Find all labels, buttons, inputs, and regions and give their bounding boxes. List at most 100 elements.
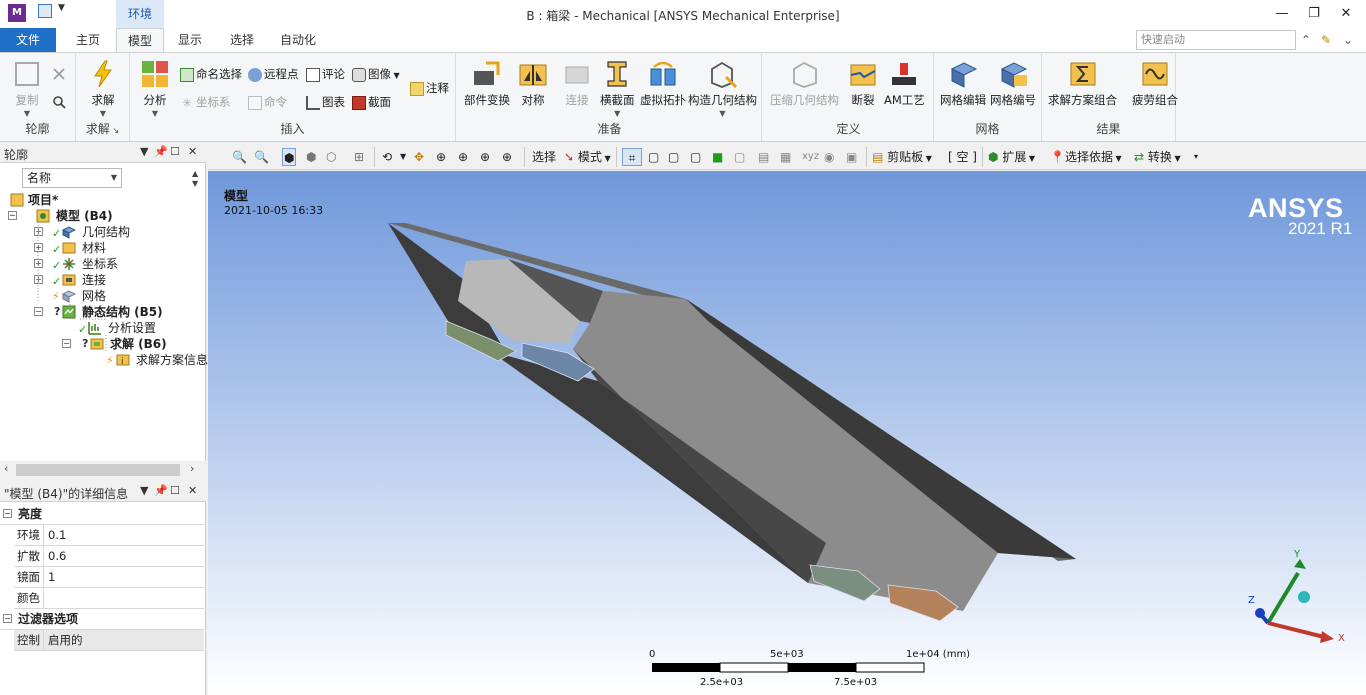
coordinate-system-button[interactable]: ✳ 坐标系 xyxy=(180,93,231,111)
details-row[interactable]: 镜面 1 xyxy=(14,567,204,588)
close-button[interactable]: ✕ xyxy=(1334,4,1358,24)
collapse-icon[interactable]: − xyxy=(3,614,12,623)
select-face-icon[interactable]: ▢ xyxy=(668,148,679,166)
scroll-up-icon[interactable]: ▲ xyxy=(192,169,198,178)
connection-button[interactable]: 连接 xyxy=(562,59,592,108)
select-by-dropdown[interactable]: 📍选择依据 ▼ xyxy=(1050,148,1122,166)
toolbar-overflow-icon[interactable]: ▾ xyxy=(1194,148,1198,166)
select-element-icon[interactable]: ■ xyxy=(712,148,723,166)
tab-display[interactable]: 显示 xyxy=(166,28,214,52)
copy-button[interactable]: 复制 ▼ xyxy=(12,59,42,118)
tab-file[interactable]: 文件 xyxy=(0,28,56,52)
panel-menu-icon[interactable]: ▼ xyxy=(140,145,148,158)
cross-section-button[interactable]: 横截面 ▼ xyxy=(600,59,635,118)
tab-home[interactable]: 主页 xyxy=(64,28,112,52)
pin-icon[interactable]: 📌 xyxy=(154,145,168,158)
help-icon[interactable]: ✎ xyxy=(1318,32,1334,48)
details-row[interactable]: 颜色 xyxy=(14,588,204,609)
save-icon[interactable] xyxy=(38,4,52,18)
am-process-button[interactable]: AM工艺 xyxy=(884,59,925,108)
solve-button[interactable]: 求解 ▼ xyxy=(88,59,118,118)
pan-icon[interactable]: ✥ xyxy=(414,148,424,166)
fatigue-combination-button[interactable]: 疲劳组合 xyxy=(1132,59,1178,108)
construction-geometry-button[interactable]: 构造几何结构 ▼ xyxy=(688,59,757,118)
chevron-up-icon[interactable]: ⌃ xyxy=(1298,32,1314,48)
magnifier-icon[interactable]: ⊕ xyxy=(502,148,512,166)
graphics-viewport[interactable]: 模型 2021-10-05 16:33 ANSYS 2021 R1 0 5e+0… xyxy=(208,171,1366,695)
close-panel-icon[interactable]: ✕ xyxy=(188,484,197,497)
annotation-button[interactable]: 注释 xyxy=(410,79,449,97)
display-mode-icon[interactable]: ⊞ xyxy=(354,148,364,166)
zoom-extent-icon[interactable]: ⊕ xyxy=(480,148,490,166)
select-button[interactable]: 选择 xyxy=(532,148,556,166)
shaded-view-icon[interactable]: ⬢ xyxy=(306,148,316,166)
mesh-edit-button[interactable]: 网格编辑 xyxy=(940,59,986,108)
image-button[interactable]: 图像 ▼ xyxy=(352,65,400,83)
isometric-view-icon[interactable]: ⬢ xyxy=(282,148,297,166)
details-row[interactable]: 环境 0.1 xyxy=(14,525,204,546)
rotate-icon[interactable]: ⟲ xyxy=(382,148,392,166)
search-icon[interactable] xyxy=(52,95,66,109)
section-button[interactable]: 截面 xyxy=(352,93,391,111)
pin-icon[interactable]: 📌 xyxy=(154,484,168,497)
command-button[interactable]: 命令 xyxy=(248,93,287,111)
quick-access-dropdown-icon[interactable]: ▼ xyxy=(58,3,65,13)
wireframe-view-icon[interactable]: ⬡ xyxy=(326,148,336,166)
expand-icon[interactable]: + xyxy=(34,227,43,236)
details-section-filter-options[interactable]: − 过滤器选项 xyxy=(0,609,204,630)
zoom-icon[interactable]: ⊕ xyxy=(436,148,446,166)
mesh-numbering-button[interactable]: 网格编号 xyxy=(990,59,1036,108)
analysis-button[interactable]: 分析 ▼ xyxy=(140,59,170,118)
scroll-down-icon[interactable]: ▼ xyxy=(192,179,198,188)
chevron-right-icon[interactable]: › xyxy=(190,462,194,475)
minimize-button[interactable]: — xyxy=(1270,4,1294,24)
collapse-icon[interactable]: − xyxy=(62,339,71,348)
rotate-dropdown-icon[interactable]: ▼ xyxy=(400,148,406,166)
details-row[interactable]: 控制 启用的 xyxy=(14,630,204,651)
chevron-down-icon[interactable]: ⌄ xyxy=(1340,32,1356,48)
solution-combination-button[interactable]: 求解方案组合 xyxy=(1048,59,1117,108)
tab-selection[interactable]: 选择 xyxy=(218,28,266,52)
clipboard-dropdown[interactable]: ▤ 剪贴板 ▼ xyxy=(872,148,932,166)
maximize-panel-icon[interactable]: ☐ xyxy=(170,484,180,497)
restore-button[interactable]: ❐ xyxy=(1302,4,1326,24)
expand-icon[interactable]: + xyxy=(34,275,43,284)
select-node-icon[interactable]: ▢ xyxy=(734,148,745,166)
panel-menu-icon[interactable]: ▼ xyxy=(140,484,148,497)
extend-dropdown[interactable]: ⬢ 扩展 ▼ xyxy=(988,148,1035,166)
select-vertex-icon[interactable]: ⌗ xyxy=(622,148,642,166)
select-edge-icon[interactable]: ▢ xyxy=(648,148,659,166)
zoom-out-icon[interactable]: 🔍 xyxy=(254,148,269,166)
virtual-topology-button[interactable]: 虚拟拓扑 xyxy=(640,59,686,108)
select-body-icon[interactable]: ▢ xyxy=(690,148,701,166)
delete-icon[interactable] xyxy=(52,67,66,81)
probe-icon[interactable]: ◉ xyxy=(824,148,834,166)
details-section-brightness[interactable]: − 亮度 xyxy=(0,504,204,525)
tab-automation[interactable]: 自动化 xyxy=(272,28,324,52)
select-mesh-icon[interactable]: ▦ xyxy=(780,148,791,166)
mode-dropdown[interactable]: ➘ 模式 ▼ xyxy=(564,148,611,166)
expand-icon[interactable]: + xyxy=(34,259,43,268)
box-zoom-icon[interactable]: ⊕ xyxy=(458,148,468,166)
coordinates-icon[interactable]: xyz xyxy=(802,148,819,166)
chart-button[interactable]: 图表 xyxy=(306,93,345,111)
details-row[interactable]: 扩散 0.6 xyxy=(14,546,204,567)
scrollbar-thumb[interactable] xyxy=(16,464,180,476)
fracture-button[interactable]: 断裂 xyxy=(848,59,878,108)
horizontal-scrollbar[interactable]: ‹ › xyxy=(0,461,206,479)
comment-button[interactable]: 评论 xyxy=(306,65,345,83)
tab-model[interactable]: 模型 xyxy=(116,28,164,53)
convert-dropdown[interactable]: ⇄ 转换 ▼ xyxy=(1134,148,1181,166)
collapse-icon[interactable]: − xyxy=(3,509,12,518)
symmetry-button[interactable]: 对称 xyxy=(518,59,548,108)
collapse-icon[interactable]: − xyxy=(34,307,43,316)
chevron-left-icon[interactable]: ‹ xyxy=(4,462,8,475)
select-element-face-icon[interactable]: ▤ xyxy=(758,148,769,166)
zoom-to-fit-icon[interactable]: 🔍 xyxy=(232,148,247,166)
remote-point-button[interactable]: 远程点 xyxy=(248,65,299,83)
maximize-panel-icon[interactable]: ☐ xyxy=(170,145,180,158)
empty-clipboard-button[interactable]: [ 空 ] xyxy=(948,148,977,166)
part-transform-button[interactable]: 部件变换 xyxy=(464,59,510,108)
collapse-icon[interactable]: − xyxy=(8,211,17,220)
name-filter-select[interactable]: 名称 ▼ xyxy=(22,168,122,188)
